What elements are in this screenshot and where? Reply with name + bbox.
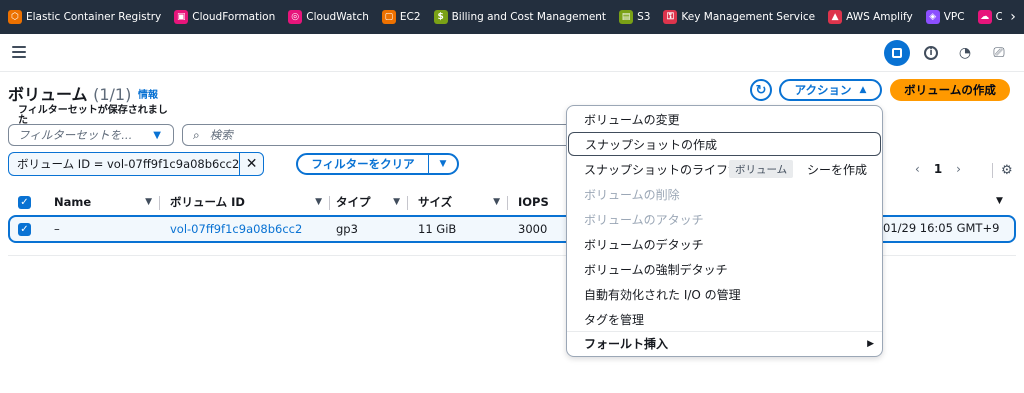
ec2-icon: ▢ xyxy=(381,10,396,24)
favorite-ec2[interactable]: ▢ EC2 xyxy=(381,10,421,24)
page-number[interactable]: 1 xyxy=(934,162,942,176)
favorite-kms[interactable]: ⚿ Key Management Service xyxy=(663,10,815,24)
cloudformation-icon: ▣ xyxy=(174,10,189,24)
menu-item-manage-tags[interactable]: タグを管理 xyxy=(567,307,882,331)
sort-icon: ▼ xyxy=(393,197,400,207)
menu-item-manage-auto-enabled-io[interactable]: 自動有効化された I/O の管理 xyxy=(567,282,882,306)
sort-icon: ▼ xyxy=(493,197,500,207)
filter-token: ボリューム ID = vol-07ff9f1c9a08b6cc2 ✕ xyxy=(8,152,264,176)
clear-filters-button[interactable]: フィルターをクリア ▼ xyxy=(296,153,459,175)
favorite-cloudwatch[interactable]: ◎ CloudWatch xyxy=(288,10,369,24)
favorite-cloudformation[interactable]: ▣ CloudFormation xyxy=(174,10,275,24)
caret-right-icon: ▶ xyxy=(867,338,874,349)
notifications-icon[interactable]: ◔ xyxy=(952,40,978,66)
sort-icon: ▼ xyxy=(315,197,322,207)
favorite-amplify[interactable]: ▲ AWS Amplify xyxy=(828,10,913,24)
info-link[interactable]: 情報 xyxy=(138,86,158,101)
cell-name: – xyxy=(54,222,60,236)
info-icon[interactable]: i xyxy=(918,40,944,66)
utility-icons: i ◔ ⎚ xyxy=(876,40,1012,66)
menu-item-detach-volume[interactable]: ボリュームのデタッチ xyxy=(567,232,882,256)
column-type[interactable]: タイプ ▼ xyxy=(336,190,408,214)
cloudwatch-icon: ◎ xyxy=(288,10,303,24)
vpc-icon: ◈ xyxy=(925,10,940,24)
cell-iops: 3000 xyxy=(518,222,548,236)
billing-icon: $ xyxy=(433,10,448,24)
menu-icon[interactable] xyxy=(12,46,26,58)
cell-volume-id[interactable]: vol-07ff9f1c9a08b6cc2 xyxy=(170,217,302,241)
chevron-right-icon[interactable]: › xyxy=(1002,0,1024,34)
column-volume-id[interactable]: ボリューム ID ▼ xyxy=(170,190,330,214)
volume-count: (1/1) xyxy=(93,85,132,104)
search-input[interactable]: ⌕ 検索 xyxy=(182,124,592,146)
cell-size: 11 GiB xyxy=(418,222,457,236)
refresh-icon: ↻ xyxy=(755,82,767,98)
menu-item-create-snapshot[interactable]: スナップショットの作成 xyxy=(568,132,881,156)
column-size[interactable]: サイズ ▼ xyxy=(418,190,508,214)
actions-button[interactable]: アクション ▲ xyxy=(779,79,882,101)
menu-item-attach-volume: ボリュームのアタッチ xyxy=(584,212,704,227)
refresh-button[interactable]: ↻ xyxy=(750,79,772,101)
favorite-s3[interactable]: ▤ S3 xyxy=(619,10,650,24)
select-all-checkbox[interactable]: ✓ xyxy=(18,190,48,214)
amplify-icon: ▲ xyxy=(828,10,843,24)
actions-menu: ボリュームの変更 スナップショットの作成 スナップショットのライフサ シーを作成 … xyxy=(566,105,883,357)
menu-group-fault-injection[interactable]: フォールト挿入 ▶ xyxy=(567,331,882,355)
panel-toggle-icon[interactable] xyxy=(884,40,910,66)
menu-item-delete-volume: ボリュームの削除 xyxy=(584,187,680,202)
menu-item-force-detach-volume[interactable]: ボリュームの強制デタッチ xyxy=(567,257,882,281)
check-icon: ✓ xyxy=(18,222,31,236)
cell-created: 01/29 16:05 GMT+9 xyxy=(883,221,1000,235)
saved-filter-select[interactable]: フィルターセットを... ▼ xyxy=(8,124,174,146)
cell-type: gp3 xyxy=(336,222,358,236)
page-title: ボリューム (1/1) xyxy=(8,85,132,104)
top-navigation: i ◔ ⎚ xyxy=(0,34,1024,72)
column-iops[interactable]: IOPS xyxy=(518,190,568,214)
caret-down-icon[interactable]: ▼ xyxy=(428,155,457,173)
tooltip: ボリューム xyxy=(729,160,794,178)
pagination: ‹ 1 › xyxy=(915,162,961,176)
kms-icon: ⚿ xyxy=(663,10,678,24)
menu-item-create-lifecycle-policy[interactable]: スナップショットのライフサ シーを作成 xyxy=(567,157,882,181)
ecr-icon: ⬡ xyxy=(8,10,22,24)
search-icon: ⌕ xyxy=(193,127,200,142)
menu-item-modify-volume[interactable]: ボリュームの変更 xyxy=(567,107,882,131)
favorite-billing[interactable]: $ Billing and Cost Management xyxy=(433,10,606,24)
cloudtrail-icon: ☁ xyxy=(977,10,992,24)
caret-down-icon: ▼ xyxy=(153,129,161,141)
favorite-ecr[interactable]: ⬡ Elastic Container Registry xyxy=(8,10,161,24)
gear-icon[interactable]: ⚙ xyxy=(992,163,1013,178)
chevron-right-icon[interactable]: › xyxy=(956,162,961,176)
favorite-vpc[interactable]: ◈ VPC xyxy=(925,10,965,24)
caret-up-icon: ▲ xyxy=(859,85,867,95)
favorites-bar: ⬡ Elastic Container Registry ▣ CloudFormat… xyxy=(0,0,1024,34)
feedback-icon[interactable]: ⎚ xyxy=(986,40,1012,66)
sort-icon: ▼ xyxy=(145,197,152,207)
saved-filter-label: フィルターセットが保存されました xyxy=(18,105,168,126)
caret-down-icon[interactable]: ▼ xyxy=(996,196,1003,206)
check-icon: ✓ xyxy=(18,195,31,209)
s3-icon: ▤ xyxy=(619,10,634,24)
create-volume-button[interactable]: ボリュームの作成 xyxy=(890,79,1010,101)
chevron-left-icon[interactable]: ‹ xyxy=(915,162,920,176)
column-name[interactable]: Name ▼ xyxy=(54,190,160,214)
row-checkbox[interactable]: ✓ xyxy=(18,217,31,241)
close-icon[interactable]: ✕ xyxy=(239,153,263,175)
